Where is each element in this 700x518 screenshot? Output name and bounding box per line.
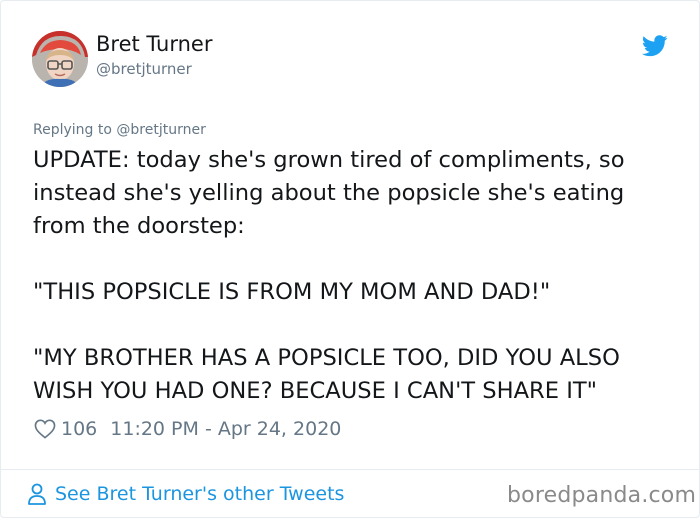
- tweet-line: "THIS POPSICLE IS FROM MY MOM AND DAD!": [33, 279, 551, 305]
- tweet-card: Bret Turner @bretjturner Replying to @br…: [0, 0, 700, 518]
- see-other-tweets-label[interactable]: See Bret Turner's other Tweets: [55, 483, 344, 505]
- author-handle[interactable]: @bretjturner: [96, 60, 192, 78]
- tweet-line: UPDATE: today she's grown tired of compl…: [33, 147, 625, 173]
- author-avatar[interactable]: [32, 31, 88, 87]
- tweet-line: from the doorstep:: [33, 213, 245, 239]
- heart-icon[interactable]: [34, 419, 56, 439]
- tweet-meta: 106 11:20 PM - Apr 24, 2020: [34, 418, 341, 440]
- replying-to-mention[interactable]: @bretjturner: [116, 122, 205, 138]
- tweet-line: WISH YOU HAD ONE? BECAUSE I CAN'T SHARE …: [33, 378, 598, 404]
- tweet-line-blank: [33, 243, 683, 276]
- like-count[interactable]: 106: [61, 418, 97, 440]
- person-icon: [28, 483, 46, 505]
- replying-to-prefix: Replying to: [33, 122, 117, 138]
- footer-divider: [1, 469, 699, 470]
- tweet-line-blank: [33, 309, 683, 342]
- replying-to: Replying to @bretjturner: [33, 122, 206, 138]
- tweet-line: "MY BROTHER HAS A POPSICLE TOO, DID YOU …: [33, 345, 620, 371]
- boredpanda-watermark: boredpanda.com: [507, 483, 697, 508]
- author-name[interactable]: Bret Turner: [96, 32, 212, 56]
- twitter-bird-icon[interactable]: [642, 34, 668, 58]
- tweet-text: UPDATE: today she's grown tired of compl…: [33, 144, 683, 408]
- avatar-image: [32, 31, 88, 87]
- see-other-tweets-link[interactable]: See Bret Turner's other Tweets: [27, 483, 344, 505]
- tweet-line: instead she's yelling about the popsicle…: [33, 180, 625, 206]
- tweet-timestamp[interactable]: 11:20 PM - Apr 24, 2020: [110, 418, 341, 440]
